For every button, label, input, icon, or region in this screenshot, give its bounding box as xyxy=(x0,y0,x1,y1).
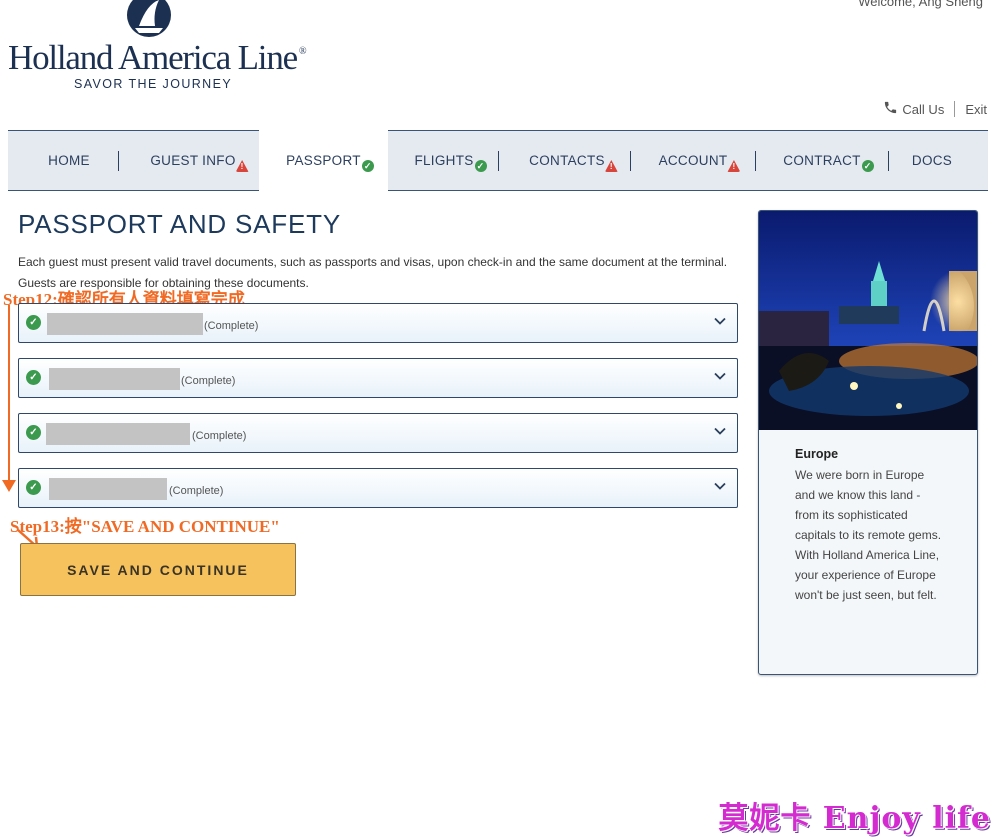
guest-status: (Complete) xyxy=(204,320,259,332)
warning-icon: ! xyxy=(235,160,249,172)
warning-icon: ! xyxy=(604,160,618,172)
check-icon: ✓ xyxy=(26,480,41,495)
chevron-down-icon xyxy=(714,482,726,490)
redacted-guest-name xyxy=(46,423,190,445)
check-icon: ✓ xyxy=(26,425,41,440)
main-navigation: HOME GUEST INFO! PASSPORT ✓ FLIGHTS ✓ CONT… xyxy=(8,130,988,191)
guest-status: (Complete) xyxy=(169,485,224,497)
tab-label: HOME xyxy=(48,153,90,168)
check-icon: ✓ xyxy=(26,315,41,330)
nav-divider xyxy=(755,151,756,171)
save-and-continue-button[interactable]: SAVE AND CONTINUE xyxy=(20,543,296,596)
chevron-down-icon xyxy=(714,317,726,325)
tab-label: DOCS xyxy=(911,153,953,168)
divider xyxy=(954,101,956,117)
check-icon: ✓ xyxy=(361,160,374,172)
tab-passport[interactable]: PASSPORT ✓ xyxy=(259,130,388,191)
utility-links: Call Us Exit xyxy=(883,100,987,118)
tab-contacts[interactable]: CONTACTS! xyxy=(504,131,630,190)
chevron-down-icon xyxy=(714,372,726,380)
redacted-guest-name xyxy=(49,368,180,390)
step13-annotation: Step13:按"SAVE AND CONTINUE" xyxy=(10,517,280,536)
tab-label: GUEST INFO xyxy=(150,153,236,168)
card-description: We were born in Europe and we know this … xyxy=(795,468,942,602)
phone-icon xyxy=(883,100,898,118)
tab-label: CONTACTS xyxy=(529,153,605,168)
nav-divider xyxy=(630,151,631,171)
tab-contract[interactable]: CONTRACT ✓ xyxy=(758,131,886,190)
registered-mark: ® xyxy=(298,46,307,57)
tab-label: ACCOUNT xyxy=(658,153,728,168)
guest-row-1[interactable]: ✓ (Complete) xyxy=(18,303,738,343)
chevron-down-icon xyxy=(714,427,726,435)
nav-divider xyxy=(498,151,499,171)
card-title: Europe xyxy=(795,447,839,461)
guest-status: (Complete) xyxy=(181,375,236,387)
check-icon: ✓ xyxy=(861,160,874,172)
check-icon: ✓ xyxy=(26,370,41,385)
guest-status: (Complete) xyxy=(192,430,247,442)
annotation-arrow-line xyxy=(8,305,10,487)
guest-row-2[interactable]: ✓ (Complete) xyxy=(18,358,738,398)
tab-flights[interactable]: FLIGHTS ✓ xyxy=(390,131,498,190)
welcome-message: Welcome, Ang Sheng xyxy=(858,0,983,9)
tab-label: PASSPORT xyxy=(286,153,361,168)
tab-label: CONTRACT xyxy=(783,153,861,168)
annotation-arrow-down-icon xyxy=(2,480,16,492)
redacted-guest-name xyxy=(47,313,203,335)
nav-divider xyxy=(118,151,119,171)
ship-logo-icon xyxy=(127,0,171,37)
check-icon: ✓ xyxy=(474,160,487,172)
destination-card: Europe We were born in Europe and we kno… xyxy=(758,210,978,675)
tab-docs[interactable]: DOCS xyxy=(890,131,974,190)
tab-account[interactable]: ACCOUNT! xyxy=(632,131,754,190)
guest-row-3[interactable]: ✓ (Complete) xyxy=(18,413,738,453)
page-title: PASSPORT AND SAFETY xyxy=(18,209,341,239)
europe-photo xyxy=(759,211,977,430)
watermark: 莫妮卡 Enjoy life xyxy=(718,801,991,836)
tab-guest-info[interactable]: GUEST INFO! xyxy=(128,131,258,190)
tab-label: FLIGHTS xyxy=(414,153,474,168)
brand-tagline: SAVOR THE JOURNEY xyxy=(74,77,233,91)
brand-name: Holland America Line xyxy=(8,38,298,77)
redacted-guest-name xyxy=(49,478,167,500)
nav-divider xyxy=(888,151,889,171)
brand-logo[interactable]: Holland America Line ® xyxy=(8,38,307,78)
tab-home[interactable]: HOME xyxy=(28,131,110,190)
warning-icon: ! xyxy=(727,160,741,172)
call-us-link[interactable]: Call Us xyxy=(902,102,944,117)
guest-row-4[interactable]: ✓ (Complete) xyxy=(18,468,738,508)
exit-link[interactable]: Exit xyxy=(965,102,987,117)
